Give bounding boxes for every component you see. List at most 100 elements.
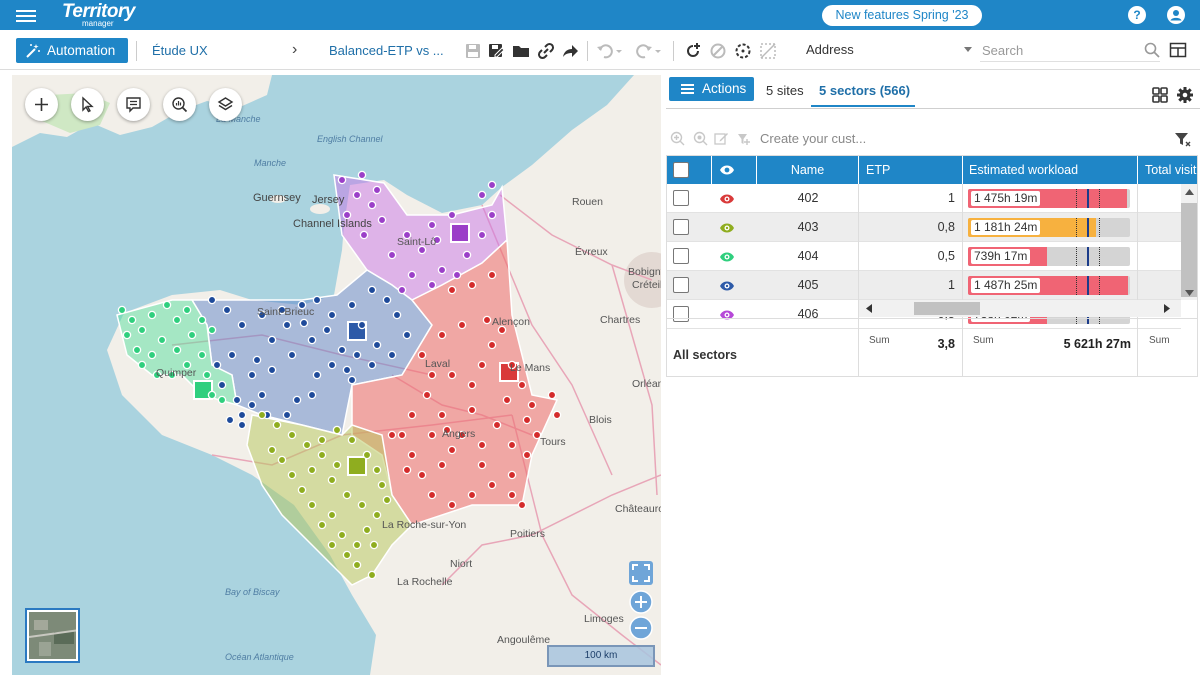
grid-view-icon[interactable] [1152,87,1168,103]
eye-icon[interactable] [719,193,735,205]
customer-point[interactable] [352,540,362,550]
add-point-button[interactable] [25,88,58,121]
customer-point[interactable] [267,335,277,345]
customer-point[interactable] [417,470,427,480]
customer-point[interactable] [347,300,357,310]
customer-point[interactable] [372,185,382,195]
customer-point[interactable] [307,500,317,510]
customer-point[interactable] [267,365,277,375]
horizontal-scrollbar[interactable] [859,300,1181,317]
customer-point[interactable] [372,510,382,520]
customer-point[interactable] [382,295,392,305]
customer-point[interactable] [307,335,317,345]
comment-tool-button[interactable] [117,88,150,121]
automation-button[interactable]: Automation [16,38,128,63]
customer-point[interactable] [427,370,437,380]
customer-point[interactable] [362,450,372,460]
customer-point[interactable] [332,460,342,470]
customer-point[interactable] [527,400,537,410]
customer-point[interactable] [327,475,337,485]
customer-point[interactable] [447,210,457,220]
customer-point[interactable] [207,325,217,335]
customer-point[interactable] [337,175,347,185]
customer-point[interactable] [337,530,347,540]
customer-point[interactable] [522,415,532,425]
customer-point[interactable] [477,360,487,370]
menu-icon[interactable] [16,7,36,23]
customer-point[interactable] [397,285,407,295]
customer-point[interactable] [292,395,302,405]
eye-icon[interactable] [719,251,735,263]
customer-point[interactable] [482,315,492,325]
add-filter-icon[interactable] [736,131,751,146]
customer-point[interactable] [312,370,322,380]
scroll-left-icon[interactable] [866,304,872,313]
eye-icon[interactable] [719,222,735,234]
zoom-in-icon[interactable] [629,590,653,614]
zoom-out-icon[interactable] [629,616,653,640]
customer-point[interactable] [507,470,517,480]
customer-point[interactable] [372,340,382,350]
customer-point[interactable] [287,430,297,440]
customer-point[interactable] [122,330,132,340]
customer-point[interactable] [287,470,297,480]
customer-point[interactable] [317,435,327,445]
deselect-icon[interactable] [759,42,777,60]
customer-point[interactable] [342,490,352,500]
customer-point[interactable] [467,280,477,290]
customer-point[interactable] [452,270,462,280]
customer-point[interactable] [317,520,327,530]
select-all-checkbox[interactable] [673,162,689,178]
scroll-down-icon[interactable] [1185,290,1194,296]
zoom-target-icon[interactable] [693,131,708,146]
customer-point[interactable] [337,345,347,355]
customer-point[interactable] [232,395,242,405]
customer-point[interactable] [462,250,472,260]
customer-point[interactable] [369,540,379,550]
customer-point[interactable] [347,375,357,385]
customer-point[interactable] [117,305,127,315]
customer-point[interactable] [247,370,257,380]
column-header-total-visit[interactable]: Total visit [1138,156,1197,184]
customer-point[interactable] [237,410,247,420]
customer-point[interactable] [467,405,477,415]
customer-point[interactable] [382,495,392,505]
customer-point[interactable] [282,320,292,330]
customer-point[interactable] [307,390,317,400]
map-canvas[interactable]: La Manche English Channel Manche Guernse… [12,75,661,675]
customer-point[interactable] [487,270,497,280]
customer-point[interactable] [447,445,457,455]
customer-point[interactable] [517,500,527,510]
customer-point[interactable] [477,230,487,240]
customer-point[interactable] [352,350,362,360]
analysis-tool-button[interactable] [163,88,196,121]
row-checkbox[interactable] [673,248,689,264]
fullscreen-icon[interactable] [629,561,653,585]
customer-point[interactable] [225,415,235,425]
customer-point[interactable] [342,365,352,375]
customer-point[interactable] [137,325,147,335]
row-checkbox[interactable] [673,190,689,206]
customer-point[interactable] [377,215,387,225]
customer-point[interactable] [352,560,362,570]
customer-point[interactable] [247,400,257,410]
customer-point[interactable] [357,500,367,510]
customer-point[interactable] [217,380,227,390]
customer-point[interactable] [357,170,367,180]
customer-point[interactable] [437,265,447,275]
select-tool-button[interactable] [71,88,104,121]
site-403-marker[interactable] [347,456,367,476]
customer-point[interactable] [252,355,262,365]
customer-point[interactable] [322,325,332,335]
customer-point[interactable] [332,425,342,435]
customer-point[interactable] [299,318,309,328]
horizontal-scrollbar-thumb[interactable] [914,302,980,315]
customer-point[interactable] [467,380,477,390]
customer-point[interactable] [237,420,247,430]
customer-point[interactable] [297,485,307,495]
customer-point[interactable] [162,300,172,310]
undo-dropdown-icon[interactable] [614,42,624,60]
customer-point[interactable] [447,285,457,295]
customer-point[interactable] [207,295,217,305]
user-account-icon[interactable] [1167,6,1185,24]
